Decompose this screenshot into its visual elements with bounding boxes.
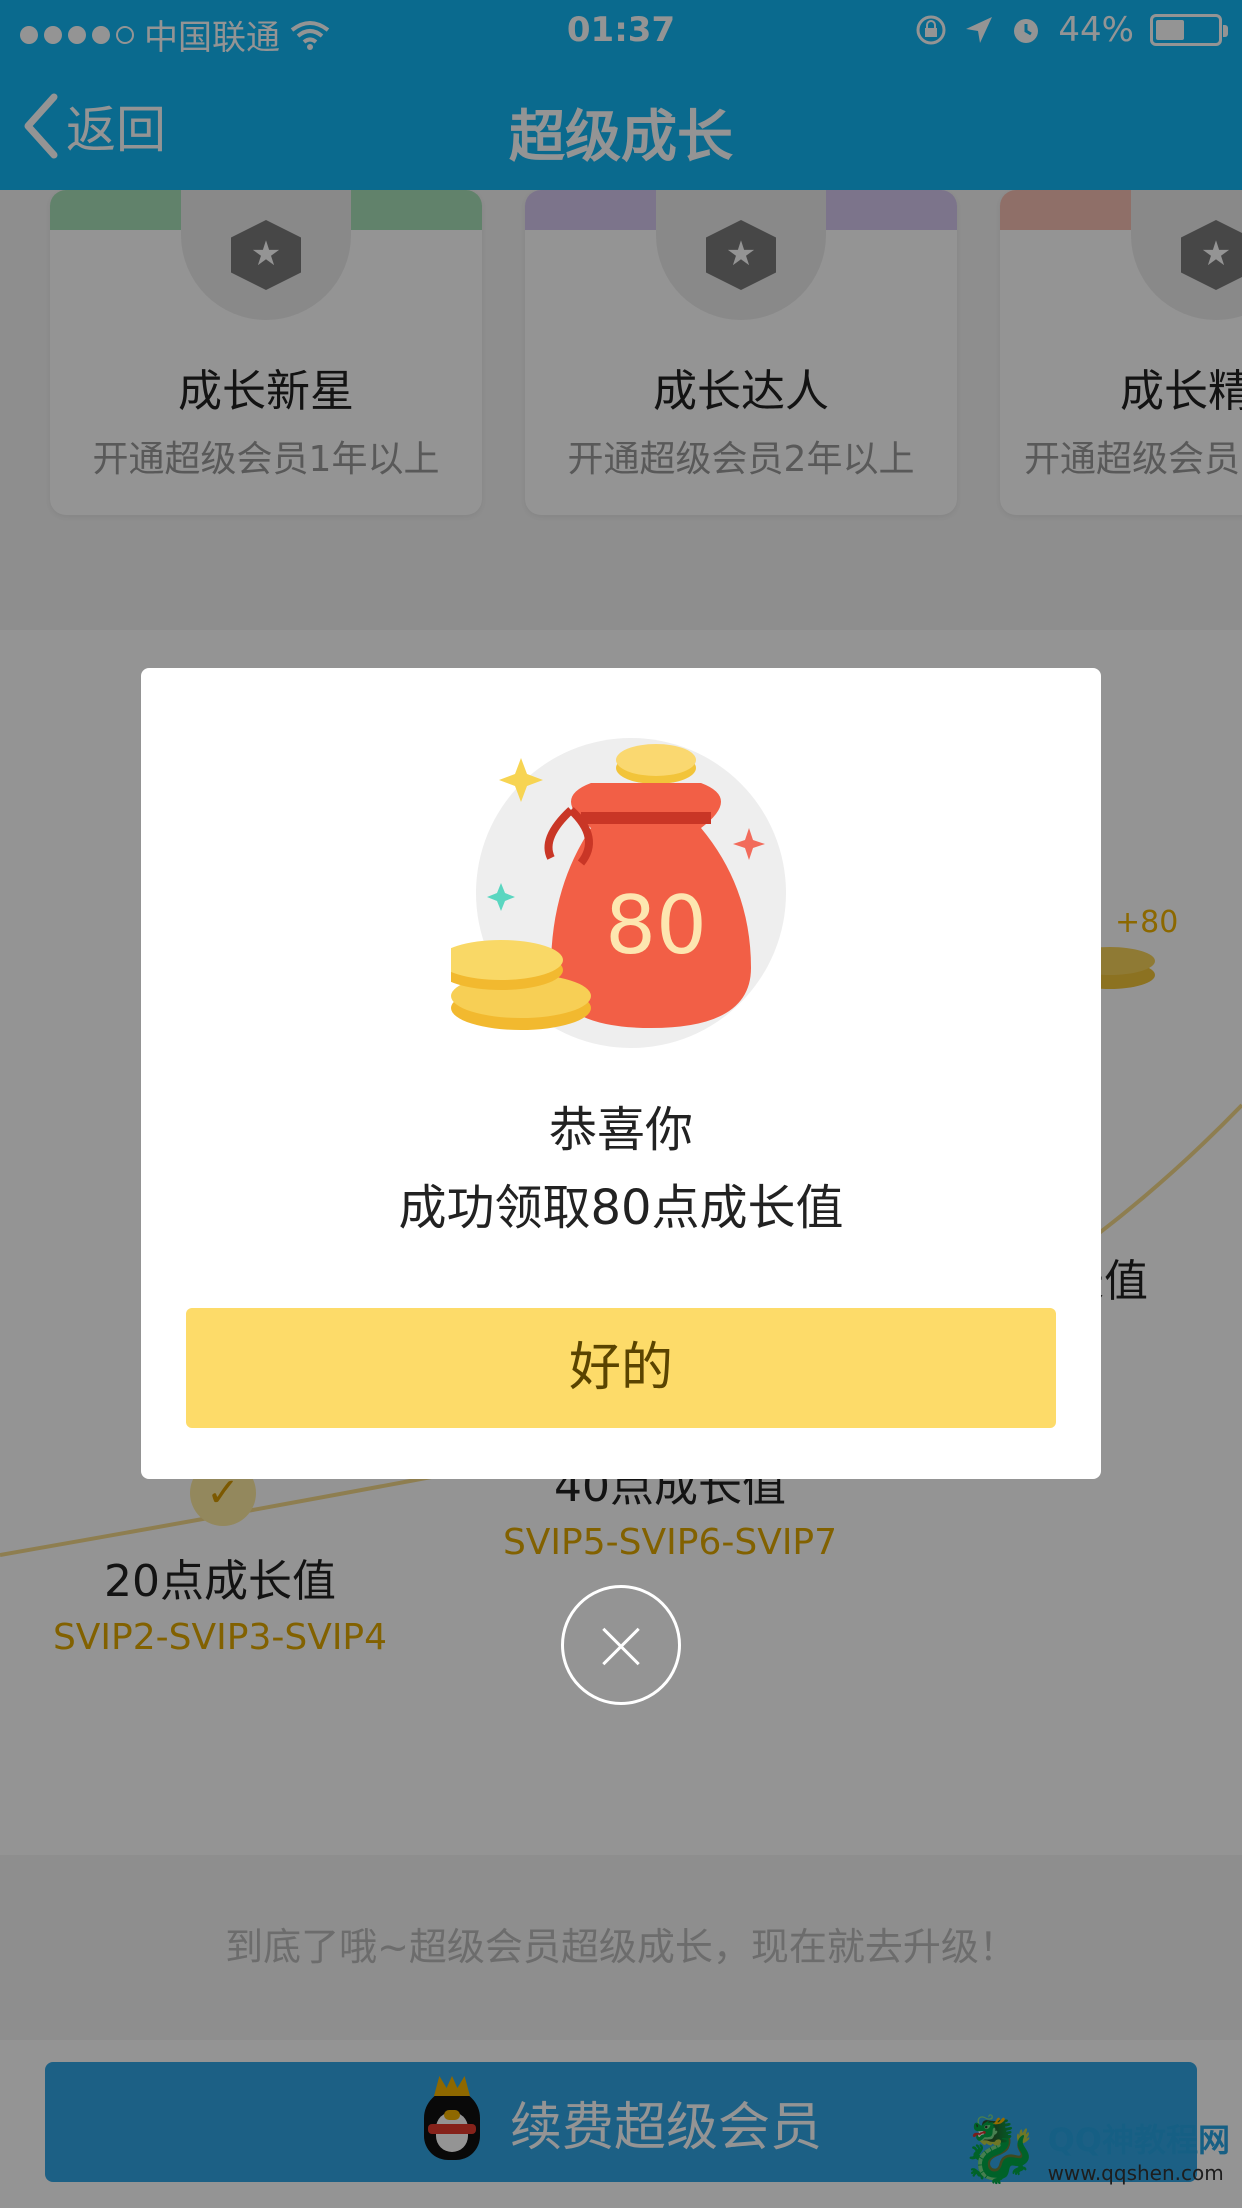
ok-button[interactable]: 好的 — [186, 1308, 1056, 1428]
reward-amount: 80 — [605, 879, 707, 972]
money-bag-icon: 80 — [451, 738, 786, 1048]
close-icon[interactable] — [561, 1585, 681, 1705]
congrats-text: 恭喜你 — [548, 1102, 693, 1158]
success-message: 成功领取80点成长值 — [398, 1180, 844, 1236]
reward-dialog: 80 恭喜你 成功领取80点成长值 好的 — [141, 668, 1101, 1479]
